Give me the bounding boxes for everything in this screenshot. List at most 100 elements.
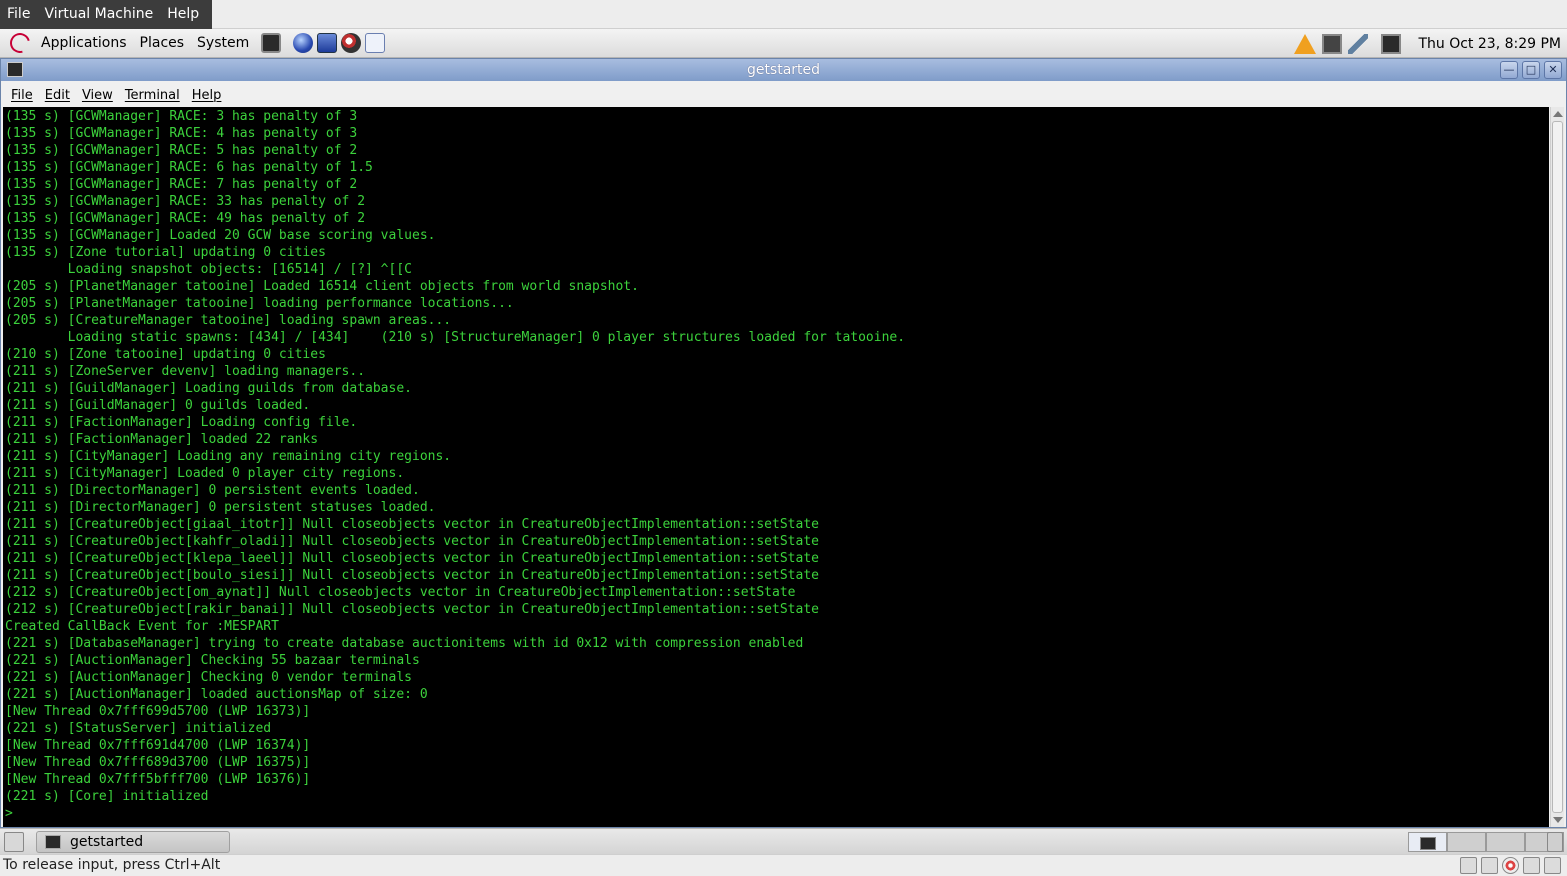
taskbar-window-button[interactable]: getstarted xyxy=(36,831,230,853)
terminal-line: (211 s) [DirectorManager] 0 persistent s… xyxy=(5,500,436,515)
terminal-line: (211 s) [CreatureObject[klepa_laeel]] Nu… xyxy=(5,551,819,566)
panel-tray: Thu Oct 23, 8:29 PM xyxy=(1291,29,1567,58)
network-icon[interactable] xyxy=(1460,857,1477,874)
device-icons xyxy=(1456,857,1561,874)
app-launcher-icon[interactable] xyxy=(341,33,362,53)
release-input-hint: To release input, press Ctrl+Alt xyxy=(3,857,221,873)
terminal-line: (135 s) [GCWManager] RACE: 49 has penalt… xyxy=(5,211,366,226)
terminal-line: (135 s) [Zone tutorial] updating 0 citie… xyxy=(5,245,326,260)
terminal-menu-file[interactable]: File xyxy=(5,88,39,103)
terminal-line: [New Thread 0x7fff5bfff700 (LWP 16376)] xyxy=(5,772,311,787)
terminal-line: (211 s) [FactionManager] loaded 22 ranks xyxy=(5,432,319,447)
terminal-line: (221 s) [StatusServer] initialized xyxy=(5,721,272,736)
terminal-menu-terminal[interactable]: Terminal xyxy=(119,88,186,103)
terminal-line: (135 s) [GCWManager] RACE: 4 has penalty… xyxy=(5,126,358,141)
terminal-line: Loading snapshot objects: [16514] / [?] … xyxy=(5,262,412,277)
minimize-button[interactable]: — xyxy=(1500,61,1518,79)
terminal-line: (211 s) [GuildManager] 0 guilds loaded. xyxy=(5,398,311,413)
terminal-line: (211 s) [ZoneServer devenv] loading mana… xyxy=(5,364,366,379)
terminal-line: [New Thread 0x7fff691d4700 (LWP 16374)] xyxy=(5,738,311,753)
terminal-line: (211 s) [CreatureObject[giaal_itotr]] Nu… xyxy=(5,517,819,532)
terminal-line: (135 s) [GCWManager] RACE: 5 has penalty… xyxy=(5,143,358,158)
terminal-line: (211 s) [CityManager] Loaded 0 player ci… xyxy=(5,466,405,481)
workspace-3[interactable] xyxy=(1486,832,1525,852)
taskbar-window-label: getstarted xyxy=(70,834,144,850)
panel-clock[interactable]: Thu Oct 23, 8:29 PM xyxy=(1404,36,1567,52)
terminal-scrollbar[interactable] xyxy=(1550,107,1564,827)
terminal-prompt: > xyxy=(5,806,13,821)
terminal-line: (221 s) [AuctionManager] Checking 55 baz… xyxy=(5,653,420,668)
terminal-line: (135 s) [GCWManager] RACE: 3 has penalty… xyxy=(5,109,358,124)
terminal-line: [New Thread 0x7fff689d3700 (LWP 16375)] xyxy=(5,755,311,770)
terminal-window: getstarted — □ ✕ File Edit View Terminal… xyxy=(0,58,1567,828)
web-browser-launcher-icon[interactable] xyxy=(293,33,314,53)
cd-rom-icon[interactable] xyxy=(1502,857,1519,874)
terminal-line: (211 s) [CreatureObject[kahfr_oladi]] Nu… xyxy=(5,534,819,549)
terminal-line: (211 s) [DirectorManager] 0 persistent e… xyxy=(5,483,420,498)
notes-launcher-icon[interactable] xyxy=(365,33,386,53)
window-titlebar[interactable]: getstarted — □ ✕ xyxy=(1,59,1566,81)
system-menu[interactable]: System xyxy=(192,29,257,58)
terminal-line: (221 s) [AuctionManager] loaded auctions… xyxy=(5,687,428,702)
display-icon[interactable] xyxy=(1322,33,1343,54)
terminal-line: Loading static spawns: [434] / [434] (21… xyxy=(5,330,906,345)
vmware-statusbar: To release input, press Ctrl+Alt xyxy=(0,854,1567,876)
window-controls: — □ ✕ xyxy=(1496,61,1562,79)
terminal-line: (211 s) [FactionManager] Loading config … xyxy=(5,415,358,430)
scrollbar-thumb[interactable] xyxy=(1552,121,1563,813)
gnome-bottom-panel: getstarted xyxy=(0,828,1567,854)
terminal-menu-view[interactable]: View xyxy=(76,88,119,103)
terminal-line: (211 s) [CreatureObject[boulo_siesi]] Nu… xyxy=(5,568,819,583)
terminal-line: (211 s) [CityManager] Loading any remain… xyxy=(5,449,452,464)
usb-icon[interactable] xyxy=(1523,857,1540,874)
terminal-menu-help[interactable]: Help xyxy=(186,88,228,103)
terminal-line: (211 s) [GuildManager] Loading guilds fr… xyxy=(5,381,412,396)
scroll-up-icon[interactable] xyxy=(1553,111,1563,117)
terminal-line: (221 s) [DatabaseManager] trying to crea… xyxy=(5,636,804,651)
terminal-line: (210 s) [Zone tatooine] updating 0 citie… xyxy=(5,347,326,362)
maximize-button[interactable]: □ xyxy=(1522,61,1540,79)
terminal-line: (205 s) [PlanetManager tatooine] Loaded … xyxy=(5,279,639,294)
show-desktop-button[interactable] xyxy=(4,832,24,852)
terminal-line: (135 s) [GCWManager] RACE: 6 has penalty… xyxy=(5,160,373,175)
places-menu[interactable]: Places xyxy=(135,29,193,58)
terminal-line: Created CallBack Event for :MESPART xyxy=(5,619,279,634)
terminal-line: (135 s) [GCWManager] RACE: 33 has penalt… xyxy=(5,194,366,209)
debian-logo-icon xyxy=(6,29,34,57)
window-title: getstarted xyxy=(746,62,821,78)
vmware-menu-help[interactable]: Help xyxy=(160,0,206,29)
terminal-line: (221 s) [Core] initialized xyxy=(5,789,209,804)
trash-icon[interactable] xyxy=(1547,832,1563,852)
key-icon[interactable] xyxy=(1348,33,1369,54)
vmware-menu-virtual-machine[interactable]: Virtual Machine xyxy=(37,0,160,29)
workspace-1[interactable] xyxy=(1408,832,1447,852)
message-icon[interactable] xyxy=(1544,857,1561,874)
warning-icon[interactable] xyxy=(1294,33,1317,54)
terminal-line: (135 s) [GCWManager] Loaded 20 GCW base … xyxy=(5,228,436,243)
mail-launcher-icon[interactable] xyxy=(317,33,338,53)
terminal-launcher-icon[interactable] xyxy=(261,33,282,53)
terminal-output[interactable]: (135 s) [GCWManager] RACE: 3 has penalty… xyxy=(3,107,1549,827)
vmware-menu-group: File Virtual Machine Help xyxy=(0,0,213,29)
applications-menu[interactable]: Applications xyxy=(36,29,135,58)
workspace-switcher xyxy=(1408,832,1564,852)
terminal-tray-icon[interactable] xyxy=(1381,33,1402,54)
terminal-line: [New Thread 0x7fff699d5700 (LWP 16373)] xyxy=(5,704,311,719)
terminal-window-icon[interactable] xyxy=(7,62,23,77)
terminal-task-icon xyxy=(45,835,61,849)
terminal-line: (212 s) [CreatureObject[om_aynat]] Null … xyxy=(5,585,796,600)
terminal-line: (212 s) [CreatureObject[rakir_banai]] Nu… xyxy=(5,602,819,617)
close-button[interactable]: ✕ xyxy=(1544,61,1562,79)
terminal-line: (205 s) [CreatureManager tatooine] loadi… xyxy=(5,313,452,328)
vmware-menubar: File Virtual Machine Help xyxy=(0,0,1567,29)
workspace-2[interactable] xyxy=(1447,832,1486,852)
terminal-menubar: File Edit View Terminal Help xyxy=(1,83,1566,107)
vmware-menu-file[interactable]: File xyxy=(0,0,37,29)
terminal-menu-edit[interactable]: Edit xyxy=(39,88,76,103)
scroll-down-icon[interactable] xyxy=(1553,817,1563,823)
terminal-line: (221 s) [AuctionManager] Checking 0 vend… xyxy=(5,670,412,685)
terminal-line: (135 s) [GCWManager] RACE: 7 has penalty… xyxy=(5,177,358,192)
gnome-top-panel: Applications Places System Thu Oct 23, 8… xyxy=(0,29,1567,58)
hard-disk-icon[interactable] xyxy=(1481,857,1498,874)
terminal-line: (205 s) [PlanetManager tatooine] loading… xyxy=(5,296,514,311)
